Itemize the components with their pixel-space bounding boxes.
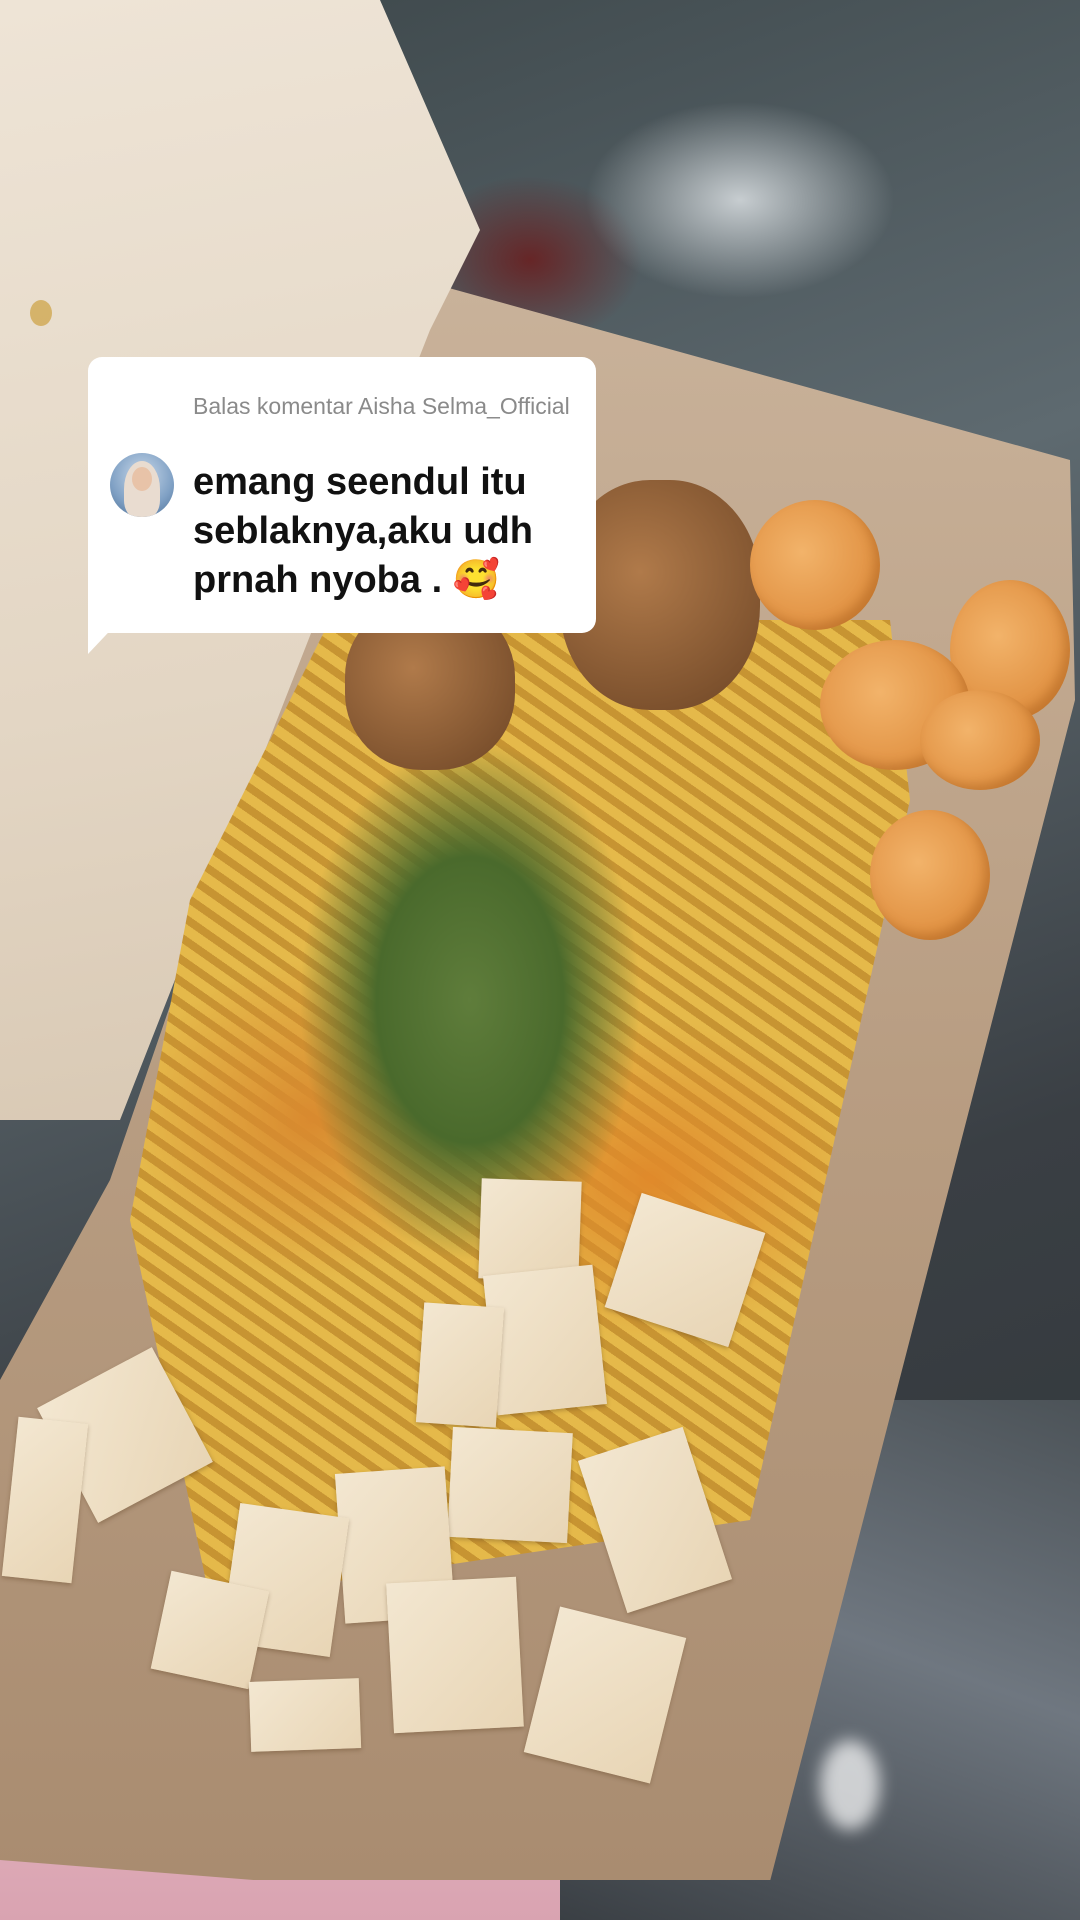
- cracker: [447, 1426, 573, 1544]
- avatar-face: [132, 467, 152, 491]
- comment-reply-card[interactable]: Balas komentar Aisha Selma_Official eman…: [88, 357, 596, 633]
- sausage-slice: [870, 810, 990, 940]
- floor-reflection: [820, 1740, 880, 1830]
- cracker: [415, 1302, 505, 1428]
- cracker: [386, 1576, 524, 1734]
- sausage-slice: [750, 500, 880, 630]
- cracker: [150, 1570, 270, 1690]
- user-avatar-icon: [110, 453, 174, 517]
- cracker: [478, 1178, 582, 1282]
- video-frame: Balas komentar Aisha Selma_Official eman…: [0, 0, 1080, 1920]
- cracker: [248, 1678, 362, 1752]
- reply-comment-text: emang seendul itu seblaknya,aku udh prna…: [193, 461, 534, 601]
- sausage-slice: [920, 690, 1040, 790]
- lid-stain: [30, 300, 52, 326]
- reply-header: Balas komentar Aisha Selma_Official: [193, 393, 570, 419]
